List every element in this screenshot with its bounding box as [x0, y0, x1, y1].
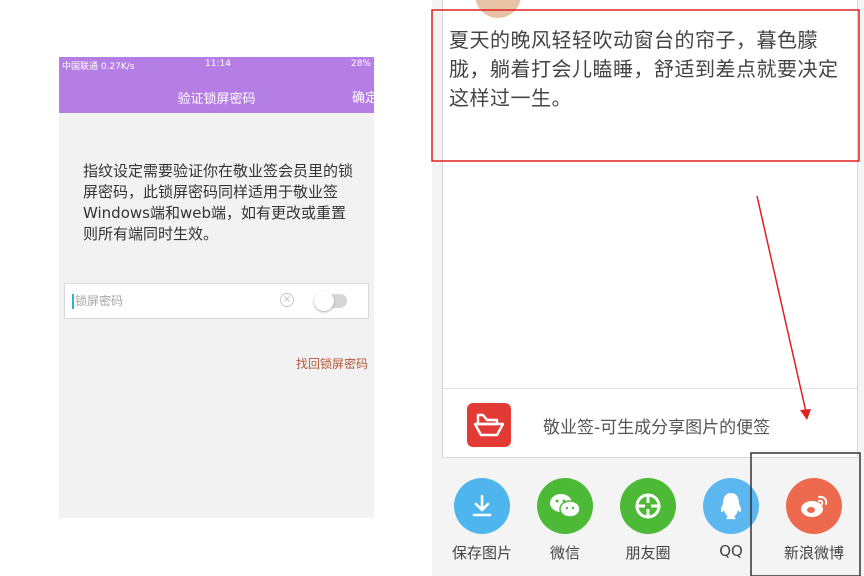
wechat-icon	[537, 478, 593, 534]
note-text: 夏天的晚风轻轻吹动窗台的帘子，暮色朦胧，躺着打会儿瞌睡，舒适到差点就要决定这样过…	[449, 28, 839, 110]
share-label: 朋友圈	[625, 544, 671, 562]
divider	[443, 388, 857, 389]
confirm-button[interactable]: 确定	[352, 87, 374, 106]
phone-screen: 中国联通 0.27K/s 11:14 28% 验证锁屏密码 确定 指纹设定需要验…	[59, 57, 374, 518]
share-moments-button[interactable]: 朋友圈	[608, 478, 688, 563]
weibo-icon	[786, 478, 842, 534]
share-qq-button[interactable]: QQ	[691, 478, 771, 560]
page-title: 验证锁屏密码	[177, 92, 256, 107]
download-icon	[454, 478, 510, 534]
share-weibo-button[interactable]: 新浪微博	[774, 478, 854, 563]
share-wechat-button[interactable]: 微信	[525, 478, 605, 563]
avatar	[473, 0, 523, 20]
share-label: 微信	[549, 544, 580, 562]
fingerprint-description: 指纹设定需要验证你在敬业签会员里的锁屏密码，此锁屏密码同样适用于敬业签Windo…	[83, 162, 354, 243]
lock-password-input[interactable]	[75, 290, 265, 312]
recover-password-link[interactable]: 找回锁屏密码	[296, 355, 368, 372]
clear-icon[interactable]: ×	[280, 293, 294, 307]
share-target-row: 保存图片 微信 朋友圈 QQ 新浪微博	[432, 478, 864, 576]
app-tagline: 敬业签-可生成分享图片的便签	[543, 418, 771, 438]
share-label: 新浪微博	[783, 544, 844, 562]
qq-icon	[703, 478, 759, 534]
status-carrier-speed: 中国联通 0.27K/s	[62, 62, 135, 72]
password-field-row: ×	[64, 283, 369, 319]
share-screen: 夏天的晚风轻轻吹动窗台的帘子，暮色朦胧，躺着打会儿瞌睡，舒适到差点就要决定这样过…	[432, 0, 864, 576]
text-cursor	[72, 294, 74, 309]
share-preview-card: 夏天的晚风轻轻吹动窗台的帘子，暮色朦胧，躺着打会儿瞌睡，舒适到差点就要决定这样过…	[442, 0, 858, 458]
password-visibility-toggle[interactable]	[314, 291, 347, 311]
app-logo-icon	[467, 403, 511, 447]
status-time: 11:14	[205, 59, 231, 69]
status-battery: 28%	[350, 59, 371, 69]
title-bar: 中国联通 0.27K/s 11:14 28% 验证锁屏密码 确定	[59, 57, 374, 113]
share-label: 保存图片	[451, 544, 512, 562]
moments-icon	[620, 478, 676, 534]
share-label: QQ	[719, 542, 743, 560]
share-save-image-button[interactable]: 保存图片	[442, 478, 522, 563]
toggle-knob	[314, 291, 334, 311]
